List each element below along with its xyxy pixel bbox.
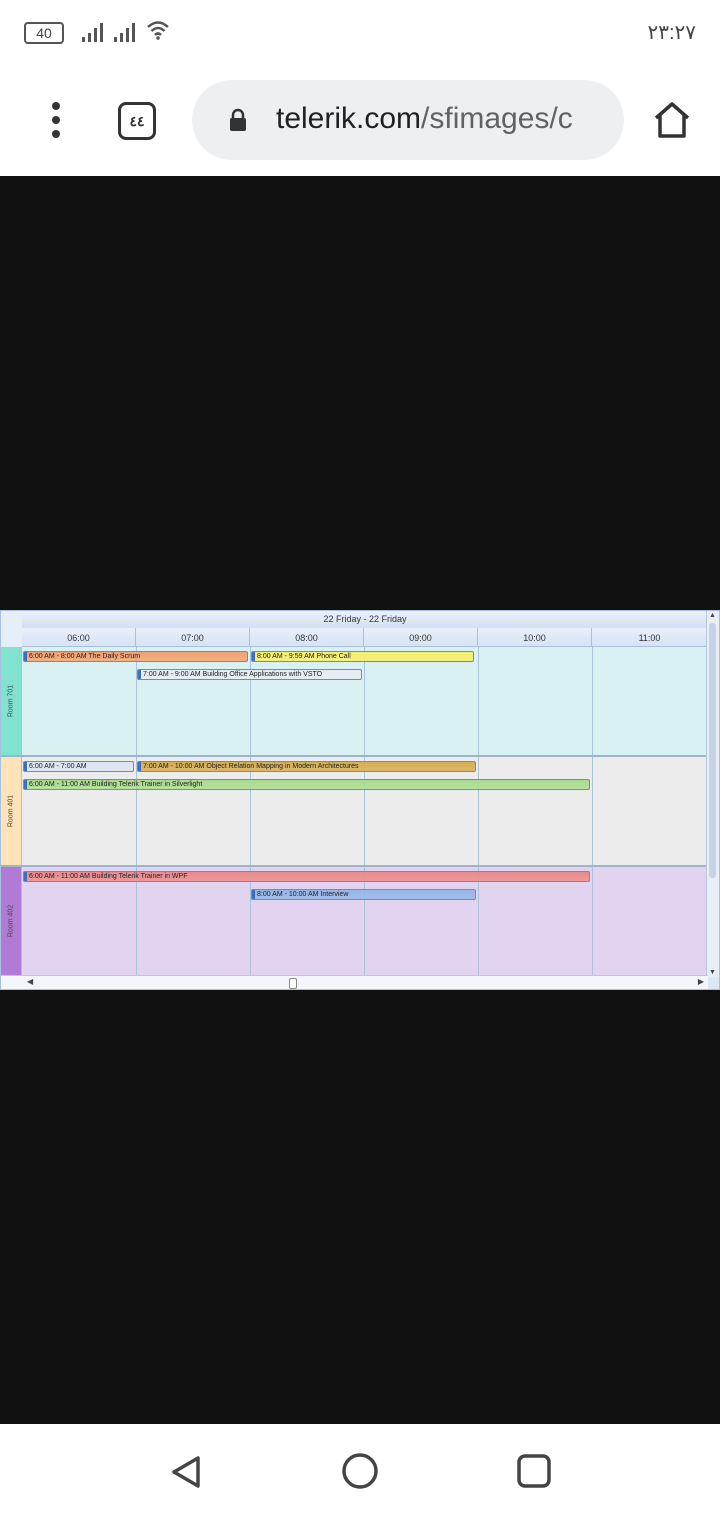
- appointment[interactable]: 6:00 AM - 11:00 AM Building Telerik Trai…: [23, 779, 590, 790]
- vertical-scrollbar[interactable]: ▲ ▼: [706, 611, 719, 977]
- appointment[interactable]: 7:00 AM - 9:00 AM Building Office Applic…: [137, 669, 362, 680]
- grid-line: [592, 757, 593, 865]
- room-row: Room 701 6:00 AM - 8:00 AM The Daily Scru…: [1, 647, 708, 757]
- room-row: Room 402 6:00 AM - 11:00 AM Building Tele…: [1, 867, 708, 977]
- grid-line: [136, 757, 137, 865]
- back-icon[interactable]: [166, 1452, 206, 1497]
- scroll-thumb[interactable]: [709, 623, 716, 878]
- home-icon[interactable]: [650, 100, 694, 145]
- horizontal-scrollbar[interactable]: ◀ ▶: [1, 975, 708, 989]
- url-path: /sfimages/c: [421, 102, 573, 135]
- grid-line: [250, 757, 251, 865]
- room-label: Room 701: [1, 647, 22, 755]
- appointment[interactable]: 8:00 AM - 10:00 AM Interview: [251, 889, 476, 900]
- room-grid[interactable]: 6:00 AM - 11:00 AM Building Telerik Trai…: [22, 867, 708, 975]
- battery-icon: 40: [24, 22, 64, 44]
- url-bar[interactable]: telerik.com/sfimages/c: [192, 80, 624, 160]
- grid-line: [478, 867, 479, 975]
- scroll-thumb-horizontal[interactable]: [289, 978, 297, 989]
- hour-header: 07:00: [136, 628, 250, 647]
- home-circle-icon[interactable]: [340, 1451, 380, 1496]
- scheduler-corner: [1, 611, 23, 647]
- browser-toolbar: ٤٤ telerik.com/sfimages/c: [0, 62, 720, 176]
- hours-header: 06:00 07:00 08:00 09:00 10:00 11:00: [22, 628, 708, 647]
- hour-header: 08:00: [250, 628, 364, 647]
- grid-line: [592, 647, 593, 755]
- hour-header: 11:00: [592, 628, 708, 647]
- scroll-right-icon[interactable]: ▶: [698, 977, 704, 986]
- url-text[interactable]: telerik.com/sfimages/c: [276, 102, 606, 138]
- grid-line: [250, 647, 251, 755]
- date-header: 22 Friday - 22 Friday: [22, 611, 708, 629]
- appointment[interactable]: 6:00 AM - 8:00 AM The Daily Scrum: [23, 651, 248, 662]
- wifi-icon: [146, 20, 170, 45]
- scheduler-image: 22 Friday - 22 Friday 06:00 07:00 08:00 09:…: [0, 610, 720, 990]
- room-grid[interactable]: 6:00 AM - 8:00 AM The Daily Scrum 8:00 AM…: [22, 647, 708, 755]
- status-bar: 40 ۲۳:۲۷: [0, 0, 720, 62]
- web-content: 22 Friday - 22 Friday 06:00 07:00 08:00 09:…: [0, 176, 720, 1424]
- room-name: Room 402: [7, 904, 15, 938]
- room-label: Room 401: [1, 757, 22, 865]
- grid-line: [136, 647, 137, 755]
- scroll-left-icon[interactable]: ◀: [27, 977, 33, 986]
- grid-line: [250, 867, 251, 975]
- grid-line: [592, 867, 593, 975]
- hour-header: 09:00: [364, 628, 478, 647]
- scroll-up-icon[interactable]: ▲: [709, 612, 716, 619]
- appointment[interactable]: 8:00 AM - 9:59 AM Phone Call: [251, 651, 474, 662]
- room-name: Room 701: [7, 684, 15, 718]
- room-row: Room 401 6:00 AM - 7:00 AM 7:00 AM - 10:00…: [1, 757, 708, 867]
- recents-icon[interactable]: [516, 1453, 552, 1494]
- navigation-bar: [0, 1424, 720, 1520]
- signal-icon: [82, 22, 103, 42]
- hour-header: 06:00: [22, 628, 136, 647]
- menu-icon[interactable]: [40, 98, 72, 142]
- grid-line: [478, 757, 479, 865]
- grid-line: [364, 647, 365, 755]
- tabs-icon[interactable]: ٤٤: [118, 102, 156, 140]
- hour-header: 10:00: [478, 628, 592, 647]
- clock: ۲۳:۲۷: [647, 22, 696, 44]
- room-grid[interactable]: 6:00 AM - 7:00 AM 7:00 AM - 10:00 AM Obje…: [22, 757, 708, 865]
- url-domain: telerik.com: [276, 102, 422, 135]
- appointment[interactable]: 6:00 AM - 11:00 AM Building Telerik Trai…: [23, 871, 590, 882]
- lock-icon: [228, 108, 248, 137]
- appointment[interactable]: 7:00 AM - 10:00 AM Object Relation Mappi…: [137, 761, 476, 772]
- grid-line: [364, 867, 365, 975]
- grid-line: [136, 867, 137, 975]
- room-label: Room 402: [1, 867, 22, 975]
- scroll-down-icon[interactable]: ▼: [709, 969, 716, 976]
- signal-icon-2: [114, 22, 135, 42]
- grid-line: [478, 647, 479, 755]
- appointment[interactable]: 6:00 AM - 7:00 AM: [23, 761, 134, 772]
- room-name: Room 401: [7, 794, 15, 828]
- grid-line: [364, 757, 365, 865]
